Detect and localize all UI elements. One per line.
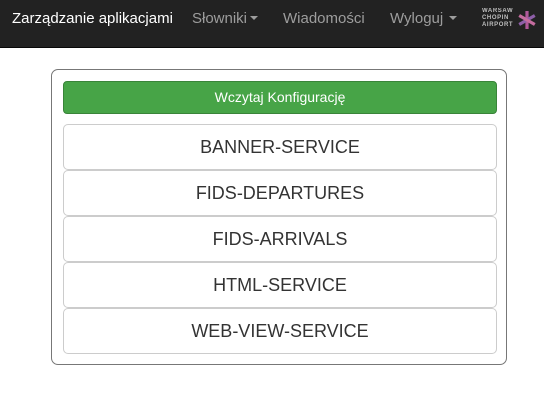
chopin-airport-star-icon <box>518 11 536 29</box>
top-navbar: Zarządzanie aplikacjami Słowniki Wiadomo… <box>0 0 544 48</box>
nav-item-label: Słowniki <box>192 10 248 27</box>
nav-item-label: Wiadomości <box>283 10 365 27</box>
service-button-fids-departures[interactable]: FIDS-DEPARTURES <box>63 170 497 216</box>
caret-down-icon <box>250 16 259 21</box>
service-button-web-view-service[interactable]: WEB-VIEW-SERVICE <box>63 308 497 354</box>
caret-down-icon <box>449 16 458 21</box>
nav-item-slowniki[interactable]: Słowniki <box>192 0 259 48</box>
logo-line: CHOPIN <box>482 15 509 21</box>
logo-line: WARSAW <box>482 8 514 14</box>
services-panel: Wczytaj Konfigurację BANNER-SERVICE FIDS… <box>51 69 507 365</box>
logo-line: AIRPORT <box>482 22 514 28</box>
nav-item-wiadomosci[interactable]: Wiadomości <box>283 0 365 48</box>
load-configuration-button[interactable]: Wczytaj Konfigurację <box>63 81 497 114</box>
nav-item-label: Wyloguj <box>390 10 444 27</box>
service-button-banner-service[interactable]: BANNER-SERVICE <box>63 124 497 170</box>
navbar-brand[interactable]: Zarządzanie aplikacjami <box>12 0 173 48</box>
service-button-html-service[interactable]: HTML-SERVICE <box>63 262 497 308</box>
logo-text: WARSAW CHOPIN AIRPORT <box>482 8 516 29</box>
nav-item-wyloguj[interactable]: Wyloguj <box>390 0 458 48</box>
service-button-fids-arrivals[interactable]: FIDS-ARRIVALS <box>63 216 497 262</box>
airport-logo: WARSAW CHOPIN AIRPORT <box>482 8 544 34</box>
